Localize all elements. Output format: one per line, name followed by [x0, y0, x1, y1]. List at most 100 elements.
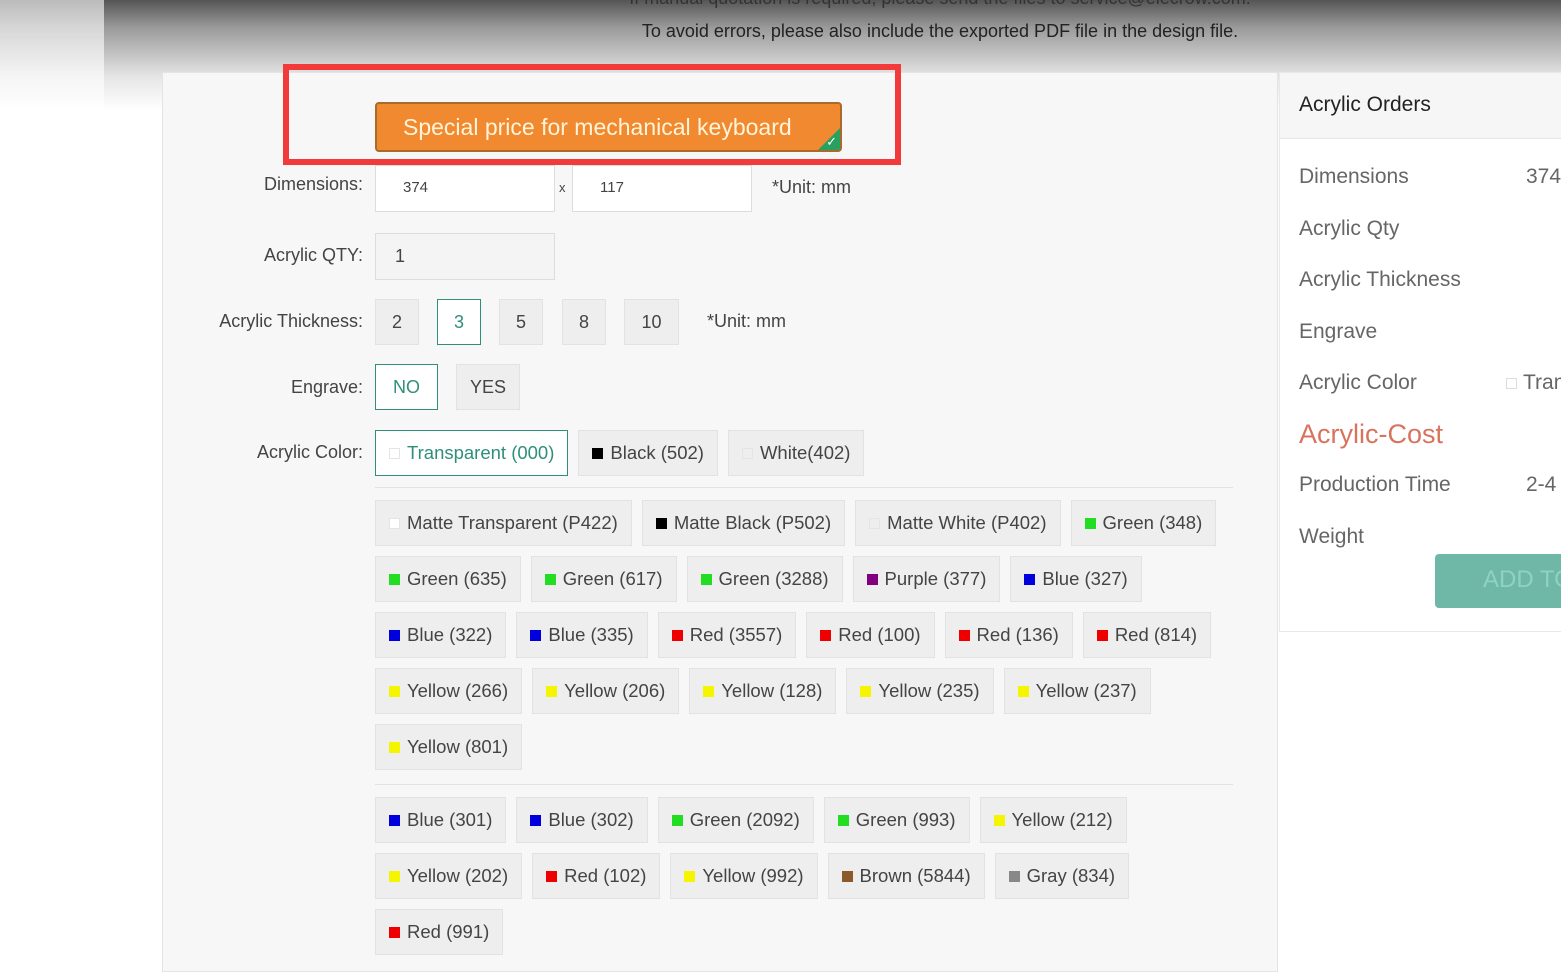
color-swatch [389, 517, 400, 529]
engrave-no[interactable]: NO [375, 364, 438, 410]
color-option[interactable]: Green (617) [530, 556, 677, 602]
color-swatch [389, 573, 400, 585]
color-option[interactable]: Blue (327) [1010, 556, 1142, 602]
color-option-label: Yellow (202) [407, 865, 509, 886]
color-option[interactable]: Yellow (992) [670, 853, 818, 899]
color-option-label: Green (348) [1102, 512, 1203, 533]
color-label: Acrylic Color: [256, 442, 363, 462]
color-option[interactable]: Yellow (237) [1003, 668, 1151, 714]
color-option-label: Matte White (P402) [887, 512, 1047, 533]
thickness-8[interactable]: 8 [562, 299, 606, 345]
color-swatch [684, 870, 696, 882]
color-option[interactable]: Matte Transparent (P422) [375, 500, 632, 546]
color-option-label: Red (102) [564, 865, 647, 886]
color-option[interactable]: Green (993) [823, 797, 970, 843]
color-option-label: Red (991) [407, 921, 490, 942]
color-option[interactable]: Red (102) [532, 853, 661, 899]
color-swatch [389, 685, 400, 697]
thickness-2[interactable]: 2 [375, 299, 419, 345]
color-swatch [530, 629, 542, 641]
qty-input[interactable]: 1 [375, 233, 555, 280]
color-option[interactable]: Yellow (801) [375, 724, 523, 770]
color-swatch [544, 573, 556, 585]
color-option[interactable]: Blue (302) [516, 797, 648, 843]
color-option[interactable]: White(402) [727, 430, 865, 476]
color-option[interactable]: Yellow (202) [375, 853, 523, 899]
color-swatch [869, 517, 881, 529]
color-option-label: Yellow (212) [1011, 809, 1113, 830]
thickness-5[interactable]: 5 [499, 299, 543, 345]
color-option[interactable]: Yellow (128) [689, 668, 837, 714]
color-option[interactable]: Yellow (235) [846, 668, 994, 714]
color-option-label: Green (3288) [718, 568, 829, 589]
color-option[interactable]: Matte Black (P502) [641, 500, 846, 546]
qty-label: Acrylic QTY: [263, 245, 363, 265]
color-swatch [389, 447, 400, 459]
color-option[interactable]: Yellow (206) [532, 668, 680, 714]
weight-label: Weight [1299, 525, 1364, 548]
color-option[interactable]: Red (814) [1082, 612, 1212, 658]
acrylic-cost-label: Acrylic-Cost [1299, 419, 1444, 449]
color-option[interactable]: Gray (834) [994, 853, 1130, 899]
width-input[interactable]: 374 [375, 165, 555, 212]
height-input[interactable]: 117 [572, 165, 752, 212]
color-option[interactable]: Red (3557) [657, 612, 797, 658]
color-swatch [958, 629, 970, 641]
color-swatch [671, 814, 683, 826]
color-option[interactable]: Green (3288) [686, 556, 843, 602]
color-option-label: Yellow (992) [702, 865, 804, 886]
color-option[interactable]: Red (991) [375, 909, 504, 955]
color-option-label: Red (100) [838, 624, 921, 645]
color-option[interactable]: Transparent (000) [375, 430, 569, 476]
color-swatch [530, 814, 542, 826]
color-option[interactable]: Blue (301) [375, 797, 507, 843]
color-option-label: Red (814) [1114, 624, 1198, 645]
color-option[interactable]: Red (100) [806, 612, 935, 658]
color-option-label: Matte Black (P502) [673, 512, 832, 533]
color-option[interactable]: Green (2092) [657, 797, 814, 843]
color-option-label: Brown (5844) [859, 865, 971, 886]
color-group-basic: Transparent (000) Black (502) White(402) [375, 430, 1235, 476]
color-option[interactable]: Green (348) [1070, 500, 1217, 546]
color-option[interactable]: Yellow (266) [375, 668, 523, 714]
color-option-label: Blue (322) [407, 624, 493, 645]
order-dimensions-label: Dimensions [1299, 165, 1409, 188]
order-qty-label: Acrylic Qty [1299, 217, 1400, 240]
notice-line-2: To avoid errors, please also include the… [641, 21, 1239, 41]
color-swatch [389, 926, 400, 938]
color-option[interactable]: Brown (5844) [827, 853, 985, 899]
color-option[interactable]: Matte White (P402) [855, 500, 1061, 546]
color-option-label: White(402) [759, 442, 851, 463]
color-option-label: Green (993) [855, 809, 956, 830]
color-swatch [389, 814, 400, 826]
order-color-label: Acrylic Color [1299, 371, 1417, 394]
thickness-unit: *Unit: mm [707, 311, 787, 331]
order-color-value: Tran [1506, 371, 1561, 395]
color-option[interactable]: Green (635) [375, 556, 521, 602]
color-option[interactable]: Red (136) [944, 612, 1073, 658]
thickness-10[interactable]: 10 [624, 299, 679, 345]
color-option-label: Yellow (206) [564, 680, 666, 701]
color-option[interactable]: Black (502) [578, 430, 718, 476]
notice-line-1: If manual quotation is required, please … [500, 0, 1380, 9]
thickness-3[interactable]: 3 [437, 299, 481, 345]
engrave-yes[interactable]: YES [456, 364, 520, 410]
color-option-label: Green (635) [407, 568, 507, 589]
production-time-label: Production Time [1299, 473, 1451, 496]
color-option-label: Blue (327) [1042, 568, 1128, 589]
color-option-label: Yellow (266) [407, 680, 509, 701]
acrylic-orders-panel: Acrylic Orders Dimensions 374 Acrylic Qt… [1279, 72, 1561, 632]
add-to-cart-button[interactable]: ADD TO [1435, 554, 1561, 608]
color-option[interactable]: Purple (377) [852, 556, 1001, 602]
color-swatch [389, 870, 400, 882]
color-option-label: Red (136) [976, 624, 1059, 645]
color-option[interactable]: Yellow (212) [979, 797, 1127, 843]
color-option[interactable]: Blue (335) [516, 612, 648, 658]
color-swatch [592, 447, 604, 459]
dimensions-label: Dimensions: [263, 174, 363, 194]
color-option-label: Blue (335) [548, 624, 634, 645]
orders-title: Acrylic Orders [1280, 73, 1561, 139]
color-swatch [703, 685, 715, 697]
color-group-extra: Blue (301) Blue (302) Green (2092) Green (9… [375, 797, 1235, 955]
color-option[interactable]: Blue (322) [375, 612, 507, 658]
